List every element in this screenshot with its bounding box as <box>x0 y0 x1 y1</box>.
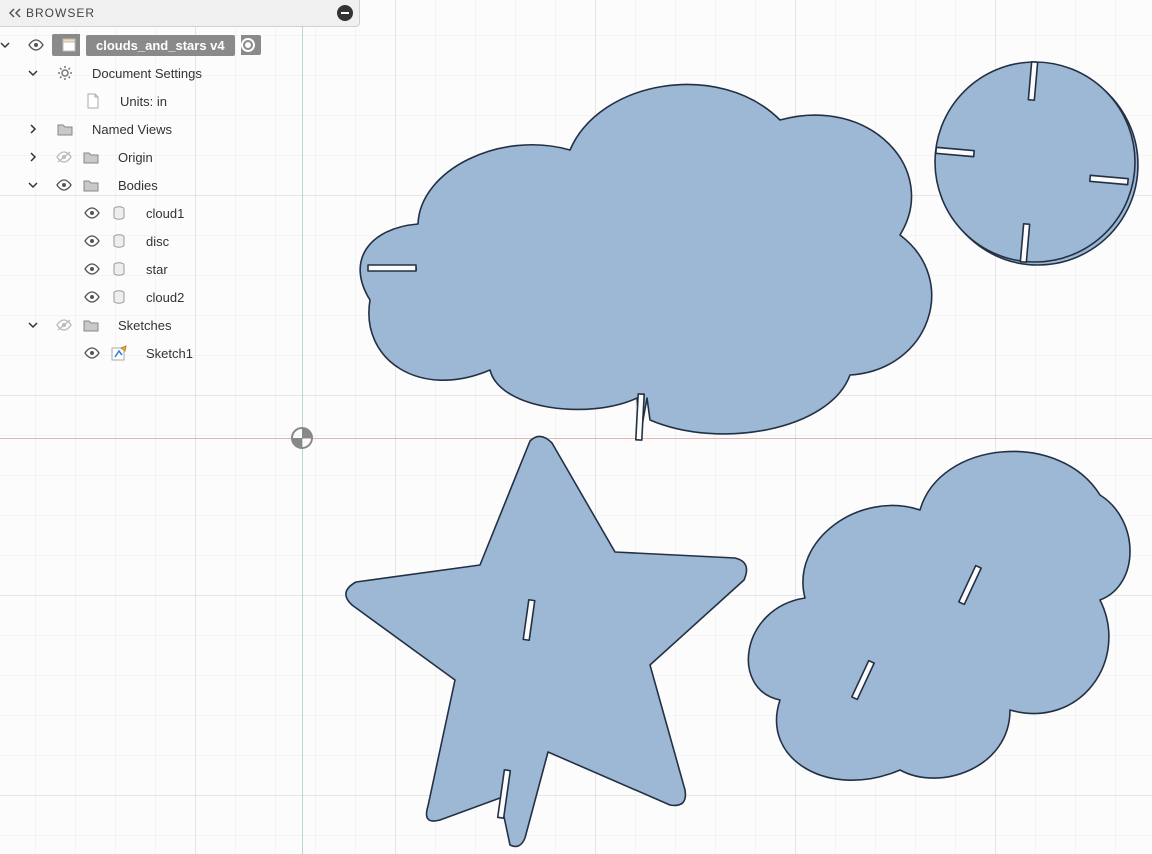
tree-node-label: Bodies <box>108 175 168 196</box>
tree-root-node[interactable]: clouds_and_stars v4 <box>0 31 360 59</box>
tree-node-label: cloud1 <box>136 203 194 224</box>
expander-icon[interactable] <box>28 68 48 78</box>
tree-node-label: Units: in <box>110 91 177 112</box>
tree-node-label: clouds_and_stars v4 <box>86 35 235 56</box>
expander-icon[interactable] <box>28 124 48 134</box>
tree-node-body[interactable]: star <box>0 255 360 283</box>
body-icon <box>108 289 130 305</box>
visibility-toggle[interactable] <box>54 179 74 191</box>
panel-options-button[interactable] <box>337 5 353 21</box>
body-cloud1[interactable] <box>360 84 932 437</box>
tree-node-document-settings[interactable]: Document Settings <box>0 59 360 87</box>
expander-icon[interactable] <box>28 152 48 162</box>
folder-icon <box>54 122 76 136</box>
tree-node-named-views[interactable]: Named Views <box>0 115 360 143</box>
tree-node-label: Document Settings <box>82 63 212 84</box>
visibility-toggle[interactable] <box>82 263 102 275</box>
folder-icon <box>80 178 102 192</box>
visibility-toggle[interactable] <box>54 151 74 163</box>
tree-node-label: Named Views <box>82 119 182 140</box>
visibility-toggle[interactable] <box>82 291 102 303</box>
folder-icon <box>80 318 102 332</box>
tree-node-label: cloud2 <box>136 287 194 308</box>
expander-icon[interactable] <box>0 40 20 50</box>
panel-title: BROWSER <box>24 6 337 20</box>
visibility-toggle[interactable] <box>54 319 74 331</box>
tree-node-body[interactable]: cloud2 <box>0 283 360 311</box>
tree-node-body[interactable]: cloud1 <box>0 199 360 227</box>
visibility-toggle[interactable] <box>82 207 102 219</box>
axis-x <box>0 438 1152 439</box>
tree-node-units[interactable]: Units: in <box>0 87 360 115</box>
tree-node-origin[interactable]: Origin <box>0 143 360 171</box>
tree-node-label: star <box>136 259 178 280</box>
tree-node-label: disc <box>136 231 179 252</box>
browser-panel: BROWSER clouds_and_stars v4 <box>0 0 360 377</box>
tree-node-label: Sketch1 <box>136 343 203 364</box>
body-icon <box>108 233 130 249</box>
sketch-icon <box>108 345 130 361</box>
body-icon <box>108 205 130 221</box>
document-icon <box>82 93 104 109</box>
browser-panel-header: BROWSER <box>0 0 360 27</box>
origin-marker <box>291 427 313 449</box>
tree-node-label: Origin <box>108 147 163 168</box>
tree-node-label: Sketches <box>108 315 181 336</box>
body-star[interactable] <box>346 436 747 846</box>
visibility-toggle[interactable] <box>82 347 102 359</box>
browser-tree: clouds_and_stars v4 Document Settings Un… <box>0 27 360 377</box>
expander-icon[interactable] <box>28 320 48 330</box>
panel-collapse-button[interactable] <box>6 8 24 18</box>
visibility-toggle[interactable] <box>26 39 46 51</box>
body-cloud2[interactable] <box>748 451 1130 780</box>
expander-icon[interactable] <box>28 180 48 190</box>
gear-icon <box>54 65 76 81</box>
tree-node-body[interactable]: disc <box>0 227 360 255</box>
tree-node-sketch[interactable]: Sketch1 <box>0 339 360 367</box>
visibility-toggle[interactable] <box>82 235 102 247</box>
body-disc-shape[interactable] <box>935 62 1135 262</box>
body-icon <box>108 261 130 277</box>
activate-component-radio[interactable] <box>241 35 261 55</box>
folder-icon <box>80 150 102 164</box>
tree-node-sketches[interactable]: Sketches <box>0 311 360 339</box>
tree-node-bodies[interactable]: Bodies <box>0 171 360 199</box>
component-icon <box>52 34 80 56</box>
